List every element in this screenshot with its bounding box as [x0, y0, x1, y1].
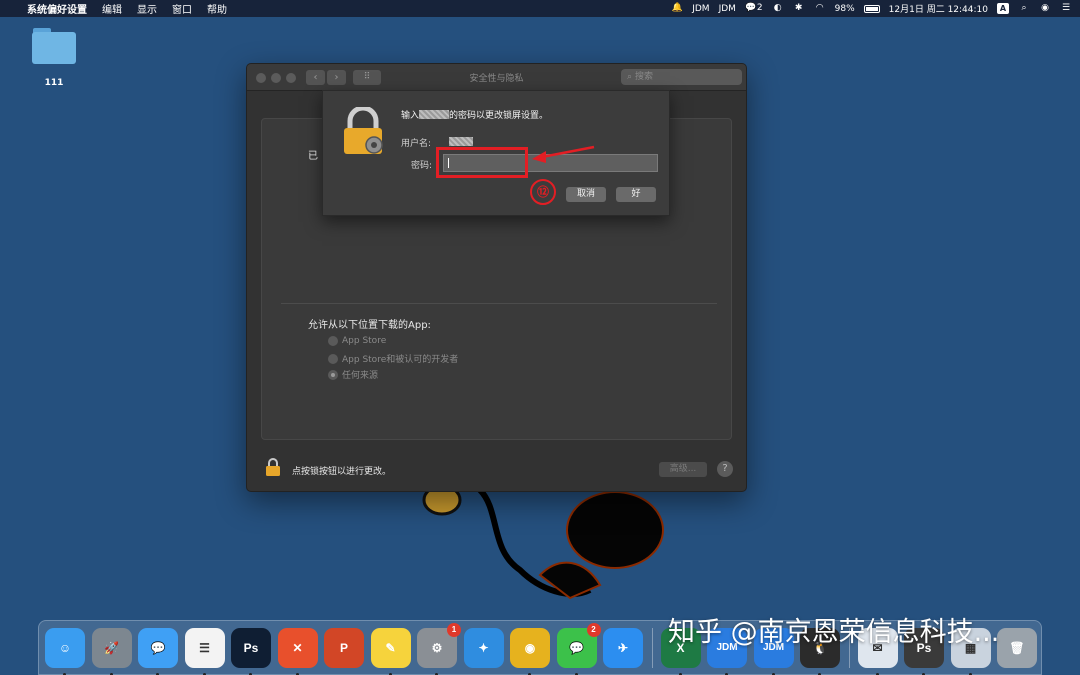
menu-edit[interactable]: 编辑 — [102, 1, 122, 16]
radio-identified-developers[interactable]: App Store和被认可的开发者 — [328, 352, 458, 365]
dock-xmind-icon[interactable]: ✕ — [277, 627, 318, 675]
battery-icon[interactable] — [863, 4, 880, 13]
divider — [281, 303, 717, 304]
username-field[interactable] — [449, 137, 473, 146]
radio-label: App Store — [342, 336, 387, 346]
control-center-icon[interactable]: ☰ — [1060, 3, 1072, 14]
lock-hint-text: 点按锁按钮以进行更改。 — [292, 467, 392, 477]
wifi-icon[interactable]: ◠ — [814, 3, 826, 14]
radio-anywhere[interactable]: 任何来源 — [328, 368, 378, 381]
advanced-button[interactable]: 高级... — [659, 462, 707, 477]
dock-messages-icon[interactable]: 💬 — [138, 627, 178, 675]
dock-badge: 2 — [586, 622, 601, 637]
search-input[interactable]: ⌕ 搜索 — [621, 69, 742, 85]
dock-safari-icon[interactable]: ✦ — [463, 627, 504, 668]
dock-powerpoint-icon[interactable]: P — [324, 627, 364, 668]
search-icon[interactable]: ⌕ — [1018, 3, 1030, 14]
dock-glyph: ✈ — [617, 640, 629, 655]
wechat-count: 2 — [756, 3, 763, 13]
siri-icon[interactable]: ◉ — [1039, 3, 1051, 14]
menu-app-name[interactable]: 系统偏好设置 — [27, 1, 87, 16]
dock-dingtalk-icon[interactable]: ✈ — [603, 627, 643, 668]
wechat-status[interactable]: 💬2 — [745, 3, 763, 14]
dock-glyph: 💬 — [569, 640, 584, 655]
dock-badge: 1 — [447, 622, 461, 637]
desktop-folder[interactable]: 111 — [30, 28, 78, 88]
radio-circle-selected — [328, 369, 338, 380]
dock-glyph: ✦ — [478, 640, 489, 655]
dock-wechat-icon[interactable]: 💬 2 — [556, 622, 601, 675]
wechat-icon: 💬 — [745, 3, 757, 13]
bell-icon[interactable]: 🔔 — [671, 3, 683, 14]
search-placeholder: 搜索 — [635, 72, 654, 82]
menu-window[interactable]: 窗口 — [172, 1, 192, 16]
annotation-arrow-icon — [532, 145, 595, 163]
folder-icon — [31, 28, 77, 64]
dock-glyph: 💬 — [150, 640, 166, 655]
allow-apps-label: 允许从以下位置下载的App: — [308, 320, 431, 331]
dock-glyph: ☰ — [199, 640, 210, 655]
ok-button[interactable]: 好 — [616, 187, 656, 202]
battery-percent[interactable]: 98% — [835, 4, 855, 14]
message-suffix: 的密码以更改锁屏设置。 — [449, 111, 549, 121]
dock-notes-icon[interactable]: ✎ — [370, 627, 411, 675]
dock-finder-icon[interactable]: ☺ — [45, 627, 85, 675]
menu-help[interactable]: 帮助 — [207, 1, 227, 16]
jdm-status-2[interactable]: JDM — [719, 4, 736, 14]
password-label: 密码: — [411, 161, 433, 171]
username-label: 用户名: — [401, 139, 432, 149]
radio-label: 任何来源 — [342, 371, 379, 381]
radio-app-store[interactable]: App Store — [328, 336, 386, 346]
dock-glyph: ⚙ — [431, 640, 443, 655]
dock-glyph: 🗑 — [1009, 640, 1025, 655]
dock-trash-icon[interactable]: 🗑 — [997, 627, 1037, 668]
menu-view[interactable]: 显示 — [137, 1, 157, 16]
shield-icon[interactable]: ◐ — [772, 3, 784, 14]
dock-glyph: P — [339, 640, 348, 655]
dock-reminders-icon[interactable]: ☰ — [184, 627, 225, 675]
sheet-message: 输入 的密码以更改锁屏设置。 — [401, 108, 548, 121]
wallpaper-cartoon — [422, 484, 664, 600]
input-method-icon[interactable]: A — [997, 3, 1009, 14]
annotation-highlight-box — [436, 147, 528, 178]
dock-glyph: ◉ — [524, 640, 536, 655]
jdm-status-1[interactable]: JDM — [692, 4, 709, 14]
cancel-button[interactable]: 取消 — [566, 187, 606, 202]
radio-label: App Store和被认可的开发者 — [342, 355, 459, 365]
search-icon: ⌕ — [627, 72, 633, 82]
redacted-username — [419, 110, 450, 119]
panel-partial-text: 已 — [308, 151, 318, 162]
dock-glyph: ✎ — [385, 640, 396, 655]
dock-photoshop-icon[interactable]: Ps — [231, 627, 271, 675]
dock-launchpad-icon[interactable]: 🚀 — [91, 627, 132, 675]
bluetooth-icon[interactable]: ✱ — [793, 3, 805, 14]
help-button[interactable]: ? — [717, 461, 733, 477]
lock-icon[interactable] — [265, 457, 281, 477]
dock-glyph: ☺ — [58, 640, 72, 655]
watermark: 知乎 @南京恩荣信息科技... — [668, 617, 1000, 648]
message-prefix: 输入 — [401, 111, 420, 121]
radio-circle — [328, 353, 338, 364]
annotation-step-number: ⑫ — [530, 179, 556, 205]
dock-glyph: 🚀 — [104, 640, 119, 655]
radio-circle — [328, 336, 338, 346]
menu-bar: 系统偏好设置 编辑 显示 窗口 帮助 🔔 JDM JDM 💬2 ◐ ✱ ◠ 98… — [0, 0, 1080, 17]
dock-glyph: ✕ — [292, 640, 303, 655]
padlock-icon — [344, 107, 383, 154]
dock-chrome-icon[interactable]: ◉ — [510, 627, 550, 675]
dock-glyph: Ps — [243, 640, 259, 655]
dock-separator — [651, 627, 653, 668]
window-titlebar: ‹ › ⠿ 安全性与隐私 ⌕ 搜索 — [247, 64, 746, 91]
folder-label: 111 — [44, 78, 64, 88]
clock[interactable]: 12月1日 周二 12:44:10 — [889, 2, 988, 15]
dock-system-preferences-icon[interactable]: ⚙ 1 — [417, 622, 461, 675]
